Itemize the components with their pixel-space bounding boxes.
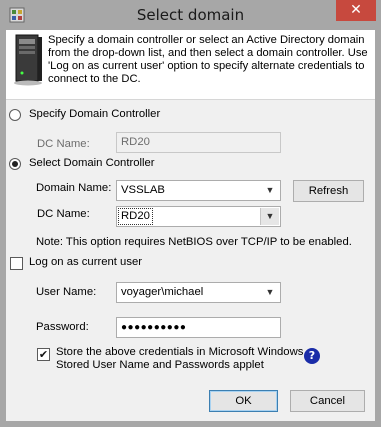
help-icon[interactable]: ?	[304, 348, 320, 364]
cancel-button[interactable]: Cancel	[290, 390, 365, 412]
logon-current-user-label[interactable]: Log on as current user	[29, 256, 142, 268]
close-icon: ✕	[350, 2, 362, 18]
logon-current-user-checkbox[interactable]	[10, 257, 23, 270]
domain-name-dropdown[interactable]: VSSLAB ▼	[116, 180, 281, 201]
netbios-note: Note: This option requires NetBIOS over …	[36, 236, 352, 248]
chevron-down-icon: ▼	[265, 185, 275, 195]
store-credentials-label-line1[interactable]: Store the above credentials in Microsoft…	[56, 346, 303, 358]
user-name-label: User Name:	[36, 286, 97, 298]
store-credentials-label-line2[interactable]: Stored User Name and Passwords applet	[56, 359, 264, 371]
select-dc-radio[interactable]	[9, 158, 21, 170]
header-panel: Specify a domain controller or select an…	[6, 30, 375, 100]
select-domain-dialog: Select domain ✕ Specify a domain control…	[0, 0, 381, 427]
refresh-button[interactable]: Refresh	[293, 180, 364, 202]
specify-dc-radio[interactable]	[9, 109, 21, 121]
specify-dc-name-field: RD20	[116, 132, 281, 153]
dc-name-dropdown[interactable]: RD20 ▼	[116, 206, 281, 227]
specify-dc-label[interactable]: Specify Domain Controller	[29, 108, 160, 120]
select-dc-label[interactable]: Select Domain Controller	[29, 157, 155, 169]
title-bar[interactable]: Select domain ✕	[0, 0, 381, 30]
store-credentials-checkbox[interactable]: ✔	[37, 348, 50, 361]
chevron-down-icon: ▼	[265, 211, 275, 221]
password-label: Password:	[36, 321, 89, 333]
header-description: Specify a domain controller or select an…	[48, 34, 368, 85]
ok-button[interactable]: OK	[209, 390, 278, 412]
window-title: Select domain	[136, 6, 245, 24]
dialog-body: Specify a domain controller or select an…	[6, 30, 375, 421]
domain-name-label: Domain Name:	[36, 182, 112, 194]
dc-name-label: DC Name:	[37, 208, 90, 220]
chevron-down-icon: ▼	[265, 287, 275, 297]
specify-dc-name-label: DC Name:	[37, 138, 90, 150]
password-field[interactable]: ●●●●●●●●●●	[116, 317, 281, 338]
close-button[interactable]: ✕	[336, 0, 376, 21]
user-name-combobox[interactable]: voyager\michael ▼	[116, 282, 281, 303]
server-icon	[14, 34, 42, 86]
